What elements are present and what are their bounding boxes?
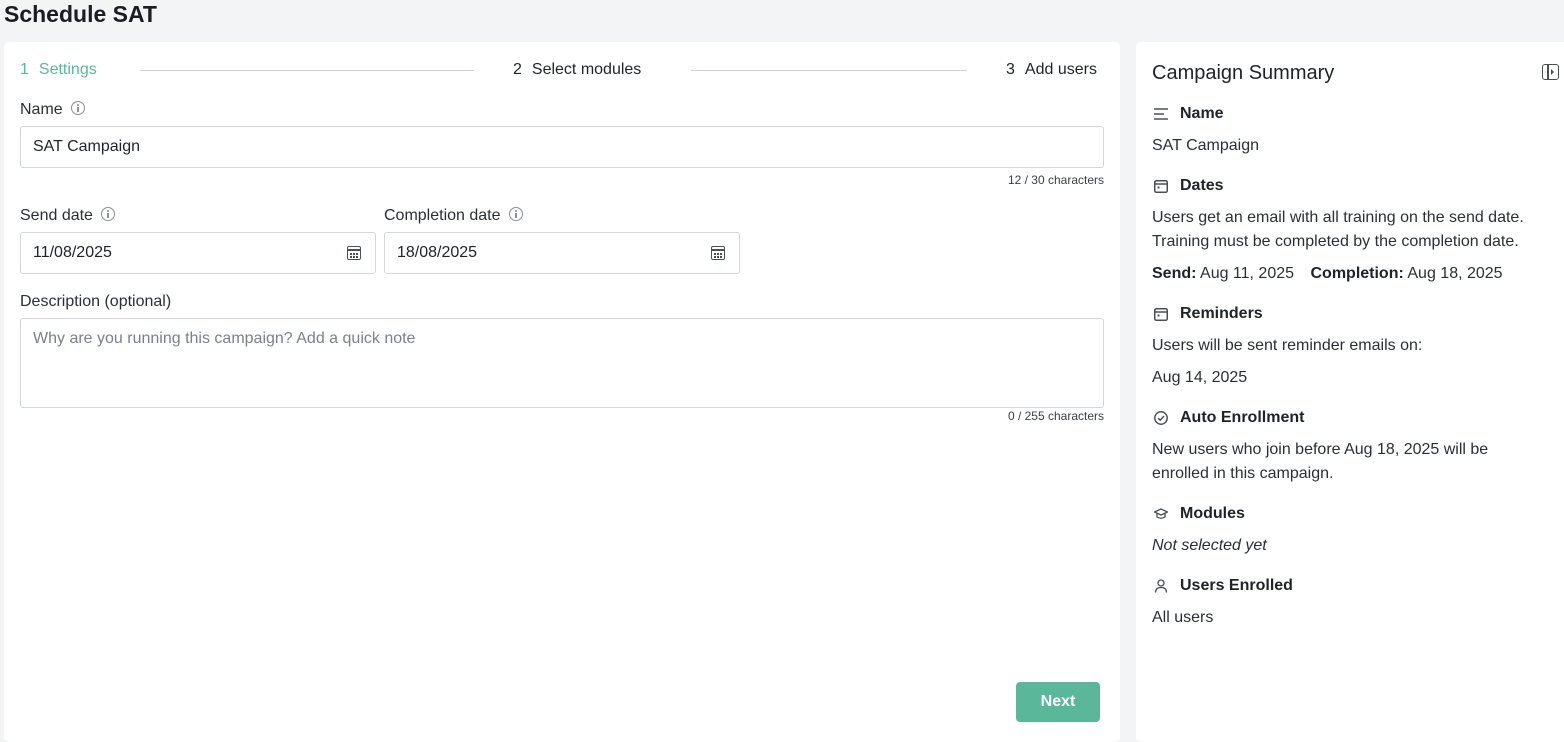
check-circle-icon — [1154, 411, 1168, 425]
step-label: Settings — [38, 61, 97, 78]
summary-auto-line2: enrolled in this campaign. — [1152, 465, 1334, 482]
info-icon[interactable] — [100, 207, 115, 221]
summary-name-heading: Name — [1152, 104, 1224, 124]
summary-modules-heading: Modules — [1152, 504, 1245, 524]
info-icon[interactable] — [70, 101, 85, 115]
send-date-field[interactable]: 11/08/2025 — [20, 232, 376, 274]
panel-toggle-icon[interactable] — [1542, 64, 1559, 80]
calendar-icon — [1154, 180, 1168, 193]
summary-dates-line1: Users get an email with all training on … — [1152, 209, 1524, 226]
step-divider — [691, 70, 967, 71]
summary-heading-text: Reminders — [1180, 305, 1263, 322]
step-number: 3 — [1006, 61, 1015, 78]
summary-heading-text: Dates — [1180, 177, 1224, 194]
summary-dates-heading: Dates — [1152, 176, 1224, 196]
summary-reminders-heading: Reminders — [1152, 304, 1263, 324]
summary-users-heading: Users Enrolled — [1152, 576, 1293, 596]
completion-label: Completion: — [1310, 265, 1404, 282]
step-label: Add users — [1024, 61, 1097, 78]
send-date-value: 11/08/2025 — [33, 244, 112, 261]
graduation-cap-icon — [1154, 508, 1168, 519]
summary-dates-line2: Training must be completed by the comple… — [1152, 233, 1519, 250]
text-lines-icon — [1154, 108, 1168, 120]
step-number: 2 — [513, 61, 522, 78]
stepper: 1 Settings 2 Select modules 3 Add users — [20, 60, 1104, 82]
step-select-modules[interactable]: 2 Select modules — [513, 60, 641, 80]
user-icon — [1154, 579, 1168, 593]
send-date-label-group: Send date — [20, 206, 115, 226]
calendar-icon[interactable] — [347, 246, 361, 260]
send-date-label: Send date — [20, 207, 93, 224]
send-value: Aug 11, 2025 — [1200, 265, 1295, 282]
campaign-summary-panel: Campaign Summary Name SAT Campaign Dates… — [1136, 42, 1564, 742]
campaign-settings-card: 1 Settings 2 Select modules 3 Add users Nam… — [4, 42, 1120, 742]
step-label: Select modules — [531, 61, 642, 78]
description-label: Description (optional) — [20, 293, 172, 310]
completion-date-label: Completion date — [384, 207, 501, 224]
completion-value: Aug 18, 2025 — [1407, 265, 1503, 282]
summary-heading-text: Name — [1180, 105, 1224, 122]
info-icon[interactable] — [508, 207, 523, 221]
name-label-group: Name — [20, 100, 85, 120]
summary-heading-text: Users Enrolled — [1180, 577, 1293, 594]
next-button[interactable]: Next — [1016, 682, 1100, 722]
summary-auto-line1: New users who join before Aug 18, 2025 w… — [1152, 441, 1489, 458]
summary-users-value: All users — [1152, 609, 1214, 626]
name-input[interactable] — [20, 126, 1104, 168]
step-number: 1 — [20, 61, 29, 78]
completion-date-label-group: Completion date — [384, 206, 523, 226]
step-divider — [140, 70, 474, 71]
summary-heading-text: Modules — [1180, 505, 1245, 522]
summary-auto-enrollment-heading: Auto Enrollment — [1152, 408, 1304, 428]
send-label: Send: — [1152, 265, 1197, 282]
description-char-counter: 0 / 255 characters — [1007, 409, 1104, 423]
step-add-users[interactable]: 3 Add users — [1006, 60, 1097, 80]
completion-date-value: 18/08/2025 — [397, 244, 478, 261]
completion-date-field[interactable]: 18/08/2025 — [384, 232, 740, 274]
summary-reminders-date: Aug 14, 2025 — [1152, 369, 1248, 386]
summary-heading-text: Auto Enrollment — [1180, 409, 1305, 426]
page-title: Schedule SAT — [4, 1, 157, 27]
name-label: Name — [20, 101, 63, 118]
summary-modules-value: Not selected yet — [1152, 537, 1267, 554]
summary-title: Campaign Summary — [1152, 62, 1335, 84]
summary-dates-values: Send: Aug 11, 2025 Completion: Aug 18, 2… — [1152, 262, 1503, 286]
step-settings[interactable]: 1 Settings — [20, 60, 97, 80]
summary-name-value: SAT Campaign — [1152, 137, 1260, 154]
description-input[interactable] — [20, 318, 1104, 408]
calendar-icon[interactable] — [711, 246, 725, 260]
name-char-counter: 12 / 30 characters — [1007, 173, 1104, 187]
summary-reminders-text: Users will be sent reminder emails on: — [1152, 337, 1423, 354]
calendar-icon — [1154, 308, 1168, 321]
